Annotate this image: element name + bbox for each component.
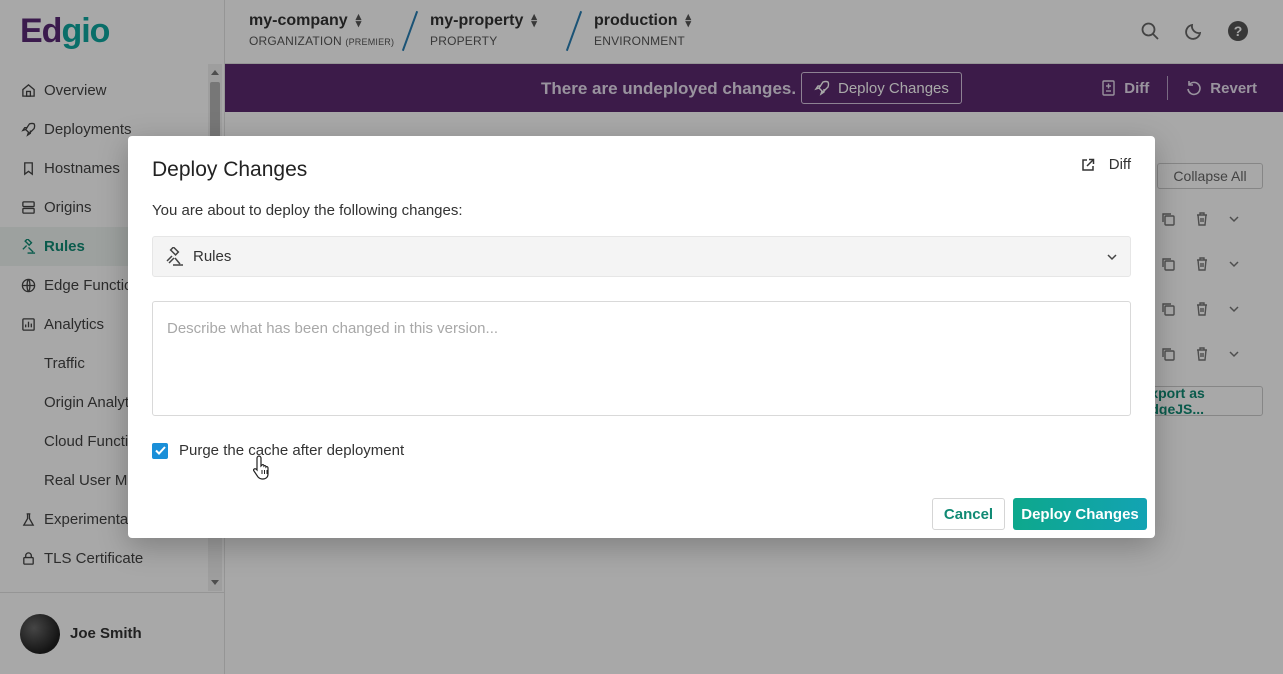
cancel-button[interactable]: Cancel [932,498,1005,530]
accordion-label: Rules [193,248,232,265]
purge-cache-label: Purge the cache after deployment [179,442,405,459]
dialog-diff-link[interactable]: Diff [1081,156,1131,173]
gavel-icon [166,246,183,266]
changes-accordion-rules[interactable]: Rules [152,236,1131,277]
deploy-changes-dialog: Deploy Changes Diff You are about to dep… [128,136,1155,538]
deploy-changes-button[interactable]: Deploy Changes [1013,498,1147,530]
purge-cache-checkbox[interactable] [152,442,168,459]
deployment-description-textarea[interactable] [152,301,1131,416]
external-link-icon [1082,158,1095,171]
dialog-diff-label: Diff [1108,156,1131,173]
checkmark-icon [154,446,166,455]
dialog-description: You are about to deploy the following ch… [152,202,463,219]
dialog-title: Deploy Changes [152,158,308,181]
chevron-down-icon[interactable] [1106,251,1118,263]
purge-cache-option[interactable]: Purge the cache after deployment [152,442,404,459]
hand-pointer-cursor-icon [253,455,269,480]
